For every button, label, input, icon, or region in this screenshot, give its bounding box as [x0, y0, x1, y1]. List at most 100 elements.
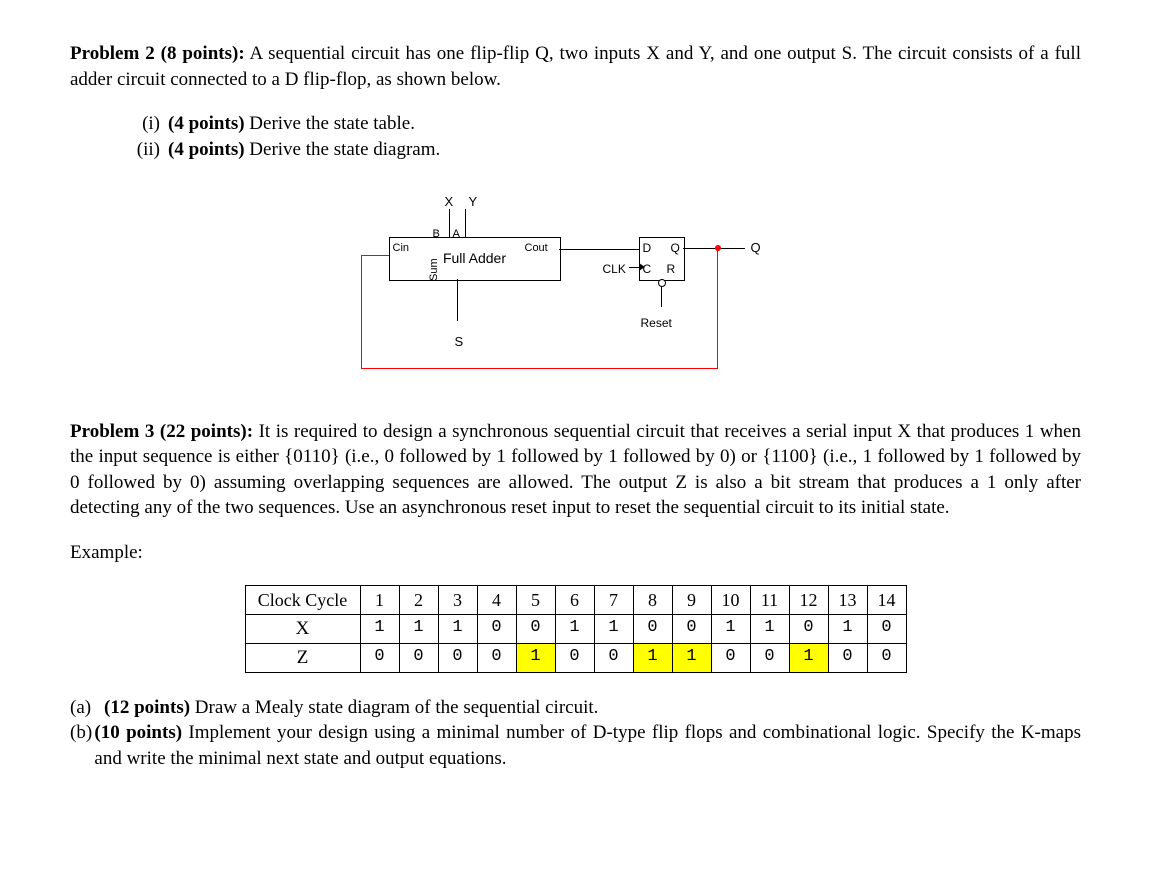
clk-label: CLK [603, 261, 626, 277]
part-ii-points: (4 points) [168, 139, 245, 160]
part-ii-text: Derive the state diagram. [245, 139, 441, 160]
table-cell: 5 [516, 585, 555, 614]
feedback-wire [361, 255, 389, 256]
q-output-label: Q [751, 239, 761, 257]
port-r: R [667, 261, 676, 277]
table-cell: 0 [672, 614, 711, 643]
table-cell: 0 [789, 614, 828, 643]
reset-bubble-icon [658, 279, 666, 287]
table-cell: 1 [750, 614, 789, 643]
part-i-number: (i) [120, 111, 168, 137]
table-cell: 0 [360, 643, 399, 672]
part-a-points: (12 points) [104, 697, 190, 718]
table-cell: 12 [789, 585, 828, 614]
table-cell: 1 [399, 614, 438, 643]
problem-2: Problem 2 (8 points): A sequential circu… [70, 41, 1081, 163]
problem-3: Problem 3 (22 points): It is required to… [70, 419, 1081, 772]
table-row-header: X [245, 614, 360, 643]
table-cell: 4 [477, 585, 516, 614]
problem-3-heading: Problem 3 (22 points): [70, 421, 253, 442]
table-cell: 0 [867, 614, 906, 643]
port-a: A [453, 227, 460, 242]
table-row-header: Z [245, 643, 360, 672]
circuit-diagram: X Y Full Adder B A Cin Cout Sum S D Q C … [70, 193, 1081, 383]
reset-label: Reset [641, 315, 672, 331]
table-cell: 0 [477, 643, 516, 672]
table-row-header: Clock Cycle [245, 585, 360, 614]
table-cell: 11 [750, 585, 789, 614]
port-cin: Cin [393, 241, 410, 256]
part-a-label: (a) [70, 695, 104, 721]
table-cell: 0 [516, 614, 555, 643]
table-cell: 1 [711, 614, 750, 643]
part-i-points: (4 points) [168, 113, 245, 134]
table-cell: 0 [477, 614, 516, 643]
table-cell: 0 [633, 614, 672, 643]
table-cell: 0 [594, 643, 633, 672]
part-i-text: Derive the state table. [245, 113, 415, 134]
xy-label: X Y [445, 193, 484, 211]
table-cell: 7 [594, 585, 633, 614]
wire-y [465, 209, 466, 237]
problem-2-part-i: (i) (4 points) Derive the state table. [120, 111, 1081, 137]
table-cell: 3 [438, 585, 477, 614]
table-cell: 14 [867, 585, 906, 614]
example-label: Example: [70, 540, 1081, 566]
example-table: Clock Cycle1234567891011121314X111001100… [245, 585, 907, 673]
problem-2-subparts: (i) (4 points) Derive the state table. (… [120, 111, 1081, 162]
table-cell: 10 [711, 585, 750, 614]
problem-2-statement: Problem 2 (8 points): A sequential circu… [70, 41, 1081, 92]
part-ii-number: (ii) [120, 137, 168, 163]
table-cell: 0 [399, 643, 438, 672]
table-cell: 6 [555, 585, 594, 614]
feedback-wire [717, 248, 718, 368]
table-cell: 0 [555, 643, 594, 672]
port-sum: Sum [427, 258, 442, 281]
wire-sum [457, 279, 458, 321]
table-cell: 1 [438, 614, 477, 643]
table-cell: 0 [711, 643, 750, 672]
table-cell: 1 [594, 614, 633, 643]
problem-3-subparts: (a) (12 points) Draw a Mealy state diagr… [70, 695, 1081, 772]
problem-2-heading: Problem 2 (8 points): [70, 43, 245, 64]
table-cell: 1 [789, 643, 828, 672]
problem-2-part-ii: (ii) (4 points) Derive the state diagram… [120, 137, 1081, 163]
part-b-label: (b) [70, 720, 94, 771]
wire-cout-to-d [559, 249, 639, 250]
port-b: B [433, 227, 440, 242]
problem-3-part-a: (a) (12 points) Draw a Mealy state diagr… [70, 695, 1081, 721]
problem-3-statement: Problem 3 (22 points): It is required to… [70, 419, 1081, 522]
example-table-container: Clock Cycle1234567891011121314X111001100… [70, 585, 1081, 673]
table-cell: 1 [672, 643, 711, 672]
table-cell: 1 [360, 585, 399, 614]
circuit-diagram-canvas: X Y Full Adder B A Cin Cout Sum S D Q C … [341, 193, 811, 383]
port-d: D [643, 240, 652, 256]
table-cell: 0 [867, 643, 906, 672]
part-b-text: Implement your design using a minimal nu… [94, 722, 1081, 769]
table-cell: 0 [438, 643, 477, 672]
wire-clk [629, 267, 639, 268]
part-b-points: (10 points) [94, 722, 182, 743]
q-node-dot [715, 245, 721, 251]
table-cell: 9 [672, 585, 711, 614]
table-cell: 0 [750, 643, 789, 672]
table-cell: 8 [633, 585, 672, 614]
port-q-internal: Q [671, 240, 680, 256]
wire-q-out [683, 248, 745, 249]
table-cell: 0 [828, 643, 867, 672]
table-cell: 1 [555, 614, 594, 643]
table-cell: 1 [516, 643, 555, 672]
feedback-wire [361, 368, 718, 369]
feedback-wire [361, 255, 362, 369]
table-cell: 1 [360, 614, 399, 643]
problem-3-part-b: (b) (10 points) Implement your design us… [70, 720, 1081, 771]
table-cell: 1 [633, 643, 672, 672]
table-cell: 13 [828, 585, 867, 614]
table-cell: 1 [828, 614, 867, 643]
s-label: S [455, 333, 464, 351]
wire-x [449, 209, 450, 237]
part-a-text: Draw a Mealy state diagram of the sequen… [190, 697, 598, 718]
table-cell: 2 [399, 585, 438, 614]
port-cout: Cout [525, 241, 548, 256]
clock-triangle-icon [639, 263, 645, 271]
